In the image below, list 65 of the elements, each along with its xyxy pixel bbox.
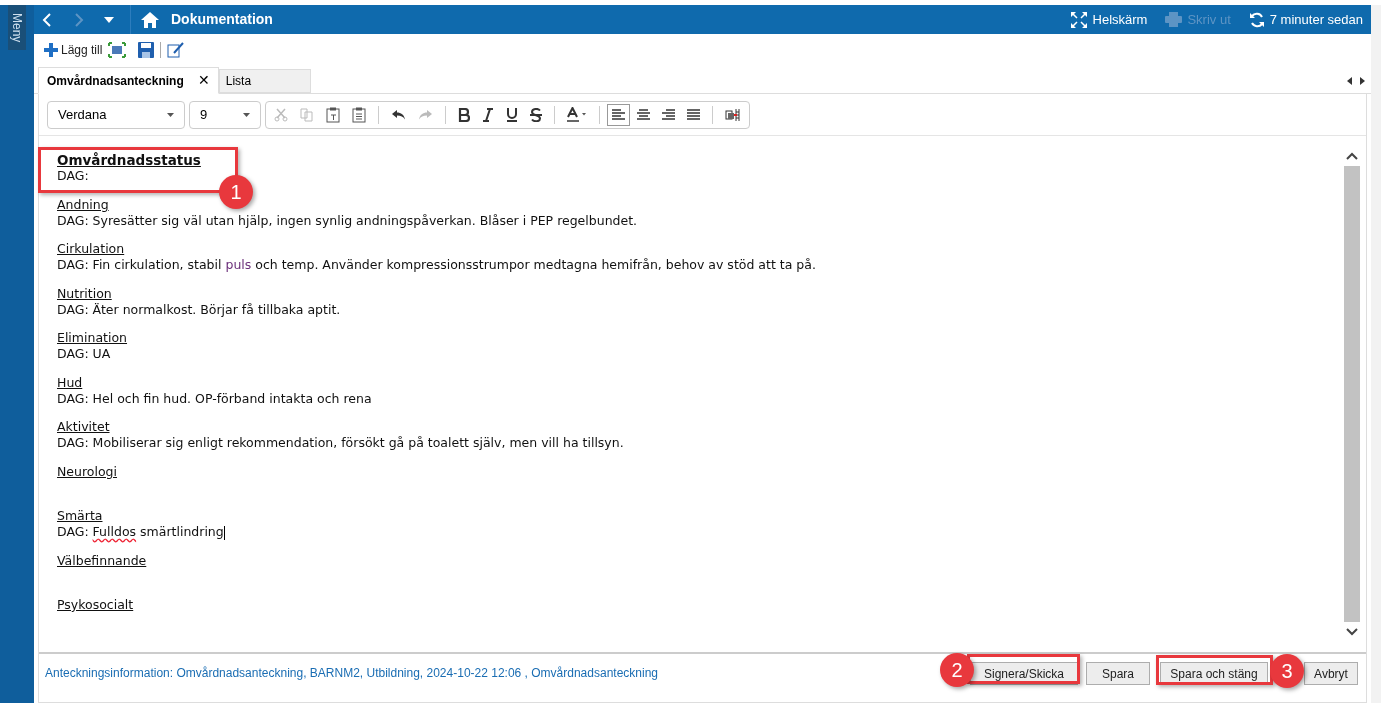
save-icon[interactable] (138, 42, 155, 58)
section-heading: Psykosocialt (57, 597, 134, 613)
back-icon[interactable] (42, 12, 52, 27)
strikethrough-icon[interactable] (530, 107, 542, 122)
note-text: DAG: Mobiliserar sig enligt rekommendation, försökt gå på toalett själv, men vill ha tillsyn. (57, 435, 624, 451)
section-heading: Andning (57, 196, 109, 213)
paste-icon[interactable] (352, 106, 366, 123)
underline-icon[interactable] (506, 107, 518, 122)
italic-icon[interactable] (482, 107, 494, 122)
footer-button[interactable]: Spara (1086, 662, 1150, 685)
note-info: Anteckningsinformation: Omvårdnadsanteckning, BARNM2, Utbildning, 2024-10-22 12:06 , Omvårdnadsanteckning (45, 665, 658, 682)
step-badge: 3 (1270, 654, 1304, 688)
undo-icon[interactable] (391, 108, 406, 121)
note-text: DAG: Hel och fin hud. OP-förband intakta och rena (57, 390, 372, 407)
scroll-left-icon[interactable] (1347, 77, 1353, 85)
section-heading: Aktivitet (57, 419, 110, 435)
note-text: DAG: Syresätter sig väl utan hjälp, ingen synlig andningspåverkan. Blåser i PEP regelbundet. (57, 212, 638, 229)
section-heading: Hud (57, 374, 83, 391)
note-text: DAG: UA (57, 346, 111, 362)
scroll-down-icon[interactable] (1346, 628, 1358, 636)
font-dropdown[interactable]: Verdana (47, 100, 185, 129)
note-text: DAG: Fulldos smärtlindring (57, 524, 225, 540)
tab-label[interactable]: Omvårdnadsanteckning (47, 71, 184, 90)
size-dropdown[interactable]: 9 (189, 100, 261, 129)
add-button[interactable]: Lägg till (44, 41, 103, 59)
frame-icon[interactable] (108, 42, 127, 58)
note-text: DAG: (57, 168, 89, 184)
paste-text-icon[interactable] (326, 106, 340, 123)
caret-icon (167, 112, 174, 117)
footer-button[interactable]: Avbryt (1304, 662, 1358, 685)
dropdown-caret-icon[interactable] (104, 16, 114, 23)
section-heading: Elimination (57, 330, 128, 346)
home-icon[interactable] (141, 11, 159, 28)
insert-table-icon[interactable] (725, 107, 741, 122)
close-tab-button[interactable]: ✕ (197, 70, 210, 91)
step-badge: 1 (219, 175, 253, 209)
note-text: DAG: Äter normalkost. Börjar få tillbaka aptit. (57, 301, 341, 318)
section-heading: Smärta (57, 508, 103, 524)
refresh-icon (1248, 11, 1265, 28)
section-heading: Neurologi (57, 463, 117, 480)
bold-icon[interactable] (458, 107, 470, 122)
scroll-right-icon[interactable] (1359, 77, 1365, 85)
edit-icon[interactable] (167, 42, 185, 58)
tab[interactable]: Omvårdnadsanteckning ✕ (38, 67, 219, 94)
section-heading: Välbefinnande (57, 552, 147, 569)
section-heading: Cirkulation (57, 241, 125, 257)
menu-tab[interactable]: Meny (8, 5, 26, 50)
section-heading: Omvårdnadsstatus (57, 152, 201, 168)
caret-icon (243, 112, 250, 117)
align-center-icon[interactable] (637, 108, 650, 121)
font-color-icon[interactable] (567, 107, 587, 122)
align-left-icon[interactable] (607, 103, 630, 126)
fullscreen-icon (1069, 10, 1088, 29)
header-action-button[interactable]: 7 minuter sedan (1248, 9, 1363, 30)
page-title: Dokumentation (171, 10, 273, 29)
printer-icon (1165, 12, 1183, 27)
note-text: DAG: Fin cirkulation, stabil puls och temp. Använder kompressionsstrumpor medtagna hemifrån, behov av stöd att ta på. (57, 257, 816, 273)
align-right-icon[interactable] (662, 108, 675, 121)
header-action-button[interactable]: Helskärm (1069, 9, 1148, 30)
step-badge: 2 (940, 653, 974, 687)
plus-icon (44, 43, 58, 57)
justify-icon[interactable] (687, 108, 700, 121)
section-heading: Nutrition (57, 285, 112, 302)
tab[interactable]: Lista (218, 69, 311, 93)
scroll-up-icon[interactable] (1346, 152, 1358, 160)
